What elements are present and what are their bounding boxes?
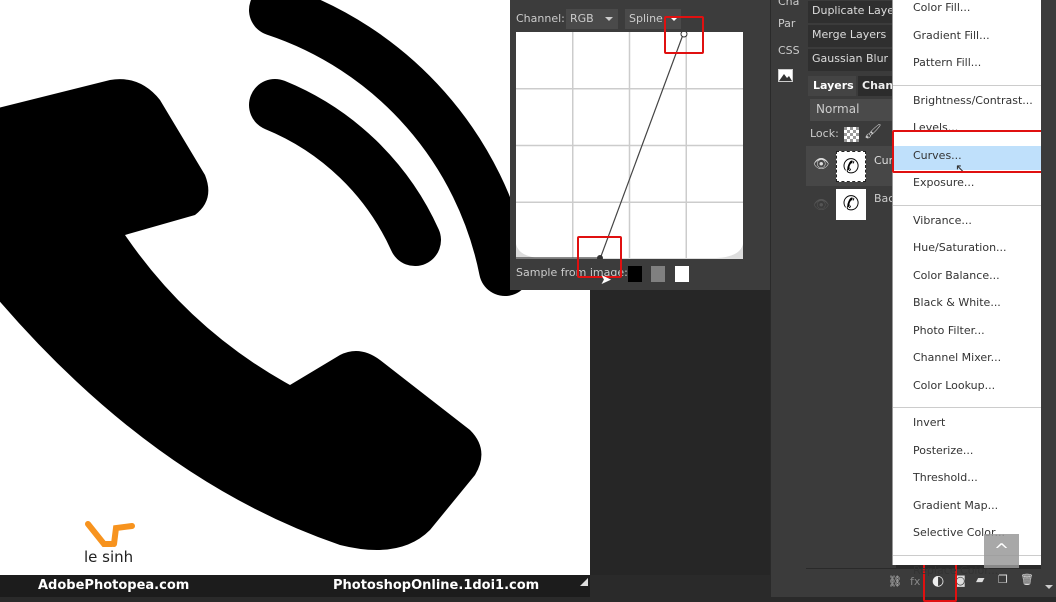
annotation-box: [892, 130, 1056, 173]
workspace-background: [590, 290, 770, 575]
menu-separator: [893, 407, 1042, 408]
channel-label: Channel:: [516, 12, 565, 25]
menu-item[interactable]: Black & White...: [893, 293, 1042, 317]
menu-item[interactable]: Hue/Saturation...: [893, 238, 1042, 262]
menu-item[interactable]: Pattern Fill...: [893, 53, 1042, 77]
menu-separator: [893, 204, 1042, 206]
channel-select[interactable]: RGB: [566, 9, 618, 29]
adjustment-menu: Color Fill... Gradient Fill... Pattern Fil…: [892, 0, 1042, 577]
watermark-bar: AdobePhotopea.com PhotoshopOnline.1doi1.…: [0, 575, 590, 597]
menu-item[interactable]: Color Lookup...: [893, 376, 1042, 400]
layers-panel: Duplicate Layer Merge Layers Gaussian Bl…: [806, 0, 1041, 602]
logo-text: le sinh: [84, 548, 134, 566]
menu-item[interactable]: Posterize...: [893, 441, 1042, 465]
menu-item[interactable]: Color Balance...: [893, 266, 1042, 290]
menu-item[interactable]: Invert: [893, 413, 1042, 437]
chevron-down-icon[interactable]: [1045, 585, 1053, 593]
lock-transparency-icon[interactable]: [844, 127, 859, 142]
menu-separator: [893, 84, 1042, 86]
menu-item[interactable]: Replace Color...: [893, 561, 1042, 585]
curves-panel: Channel: RGB Spline Sample from image: ➤: [510, 0, 770, 290]
side-tab-column: Cha Par CSS: [770, 0, 806, 597]
side-tab-css[interactable]: CSS: [778, 44, 800, 57]
layer-row[interactable]: 👁 ✆ Curves: [806, 146, 912, 186]
menu-item[interactable]: Channel Mixer...: [893, 348, 1042, 372]
menu-item[interactable]: Gradient Map...: [893, 496, 1042, 520]
menu-item[interactable]: Brightness/Contrast...: [893, 91, 1042, 115]
scrollbar[interactable]: [1041, 0, 1056, 597]
resize-grip-icon[interactable]: [580, 578, 588, 586]
scroll-top-button[interactable]: ^: [984, 534, 1019, 568]
logo-mark: [85, 521, 135, 547]
layer-thumbnail: ✆: [836, 189, 866, 220]
image-canvas[interactable]: le sinh: [0, 0, 590, 575]
chevron-down-icon: [605, 17, 613, 25]
layer-row[interactable]: 👁 ✆ Background: [806, 187, 940, 227]
white-eyedropper-swatch[interactable]: [675, 266, 689, 282]
side-tab-character[interactable]: Cha: [778, 0, 799, 8]
lock-paint-icon[interactable]: 🖌: [864, 124, 882, 140]
menu-item[interactable]: Vibrance...: [893, 211, 1042, 235]
menu-item[interactable]: Threshold...: [893, 468, 1042, 492]
side-tab-paragraph[interactable]: Par: [778, 17, 795, 30]
tab-layers[interactable]: Layers: [808, 76, 856, 96]
eye-icon[interactable]: 👁: [813, 157, 830, 172]
mode-value: Spline: [629, 12, 663, 25]
cursor-icon: ➤: [600, 272, 612, 288]
menu-item[interactable]: Color Fill...: [893, 0, 1042, 22]
gray-eyedropper-swatch[interactable]: [651, 266, 665, 282]
watermark-right: PhotoshopOnline.1doi1.com: [333, 578, 540, 593]
layer-thumbnail: ✆: [836, 151, 866, 182]
lock-label: Lock:: [810, 127, 839, 140]
channel-value: RGB: [570, 12, 594, 25]
menu-item[interactable]: Photo Filter...: [893, 321, 1042, 345]
handset: [0, 79, 482, 550]
menu-item[interactable]: Exposure...: [893, 173, 1042, 197]
curve-graph[interactable]: [516, 32, 743, 259]
menu-item[interactable]: Selective Color...: [893, 523, 1042, 547]
blend-mode-select[interactable]: Normal: [810, 99, 898, 121]
image-icon[interactable]: [778, 69, 793, 82]
black-eyedropper-swatch[interactable]: [628, 266, 642, 282]
menu-item[interactable]: Gradient Fill...: [893, 26, 1042, 50]
wave-inner: [249, 79, 441, 266]
annotation-box: [664, 16, 704, 54]
eye-icon[interactable]: 👁: [813, 198, 830, 213]
menu-separator: [893, 554, 1042, 556]
watermark-left: AdobePhotopea.com: [38, 578, 190, 593]
phone-icon-artwork: [0, 0, 531, 550]
